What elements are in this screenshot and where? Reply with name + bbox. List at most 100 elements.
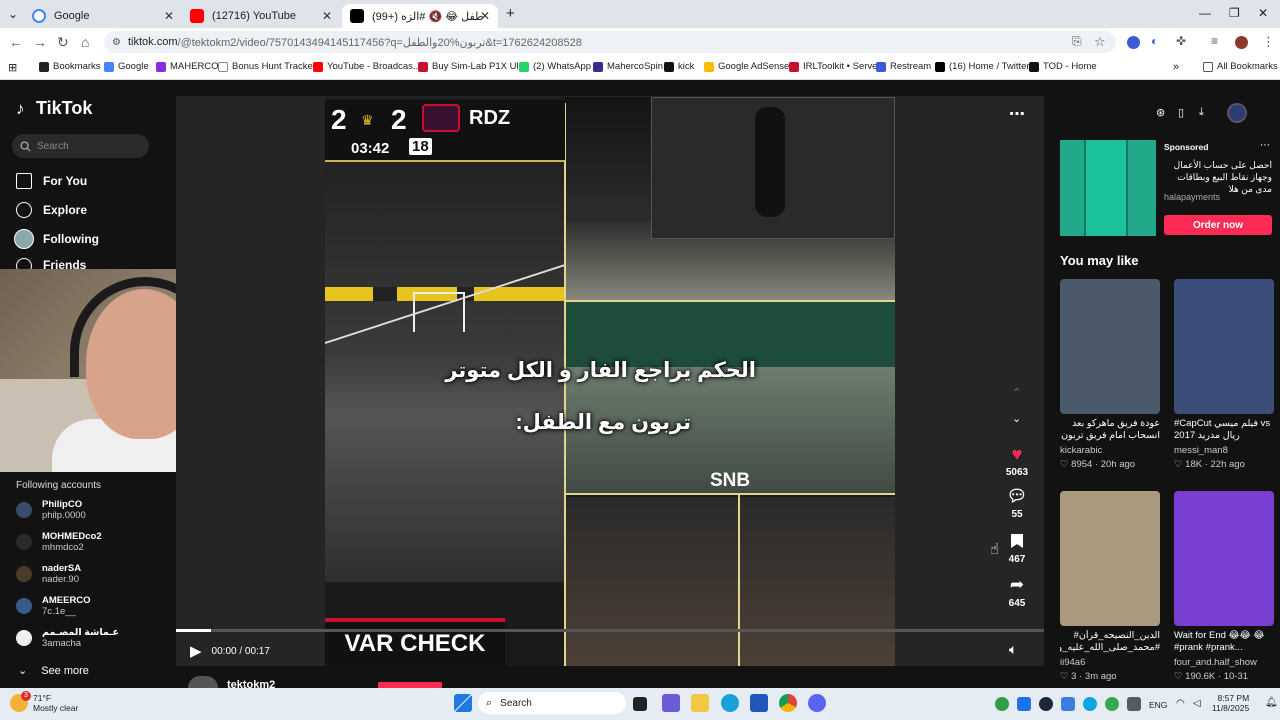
- bookmark-item[interactable]: YouTube - Broadcas...: [313, 61, 421, 72]
- video-card[interactable]: عودة فريق ماهركو بعد انسحاب امام فريق تر…: [1060, 279, 1160, 470]
- comment-button[interactable]: 💬︎ 55: [1004, 485, 1030, 520]
- taskbar-search[interactable]: ⌕ Search: [478, 692, 626, 714]
- save-button[interactable]: 467: [1004, 530, 1030, 565]
- home-icon[interactable]: ⌂: [81, 34, 89, 50]
- ad-options-icon[interactable]: ⋯: [1260, 140, 1270, 151]
- next-video-icon[interactable]: ⌄: [1012, 412, 1021, 425]
- profile-extension-icon[interactable]: [1127, 36, 1140, 49]
- extensions-puzzle-icon[interactable]: ✜: [1176, 34, 1186, 48]
- reload-icon[interactable]: ↻: [57, 34, 69, 51]
- media-control-icon[interactable]: ≡: [1211, 34, 1218, 48]
- sponsored-thumbnail[interactable]: [1060, 140, 1156, 236]
- bookmark-item[interactable]: MAHERCO: [156, 61, 219, 72]
- apps-grid-icon[interactable]: ⊞: [8, 61, 17, 74]
- tray-app-icon[interactable]: [1061, 697, 1075, 711]
- video-thumbnail[interactable]: [1174, 279, 1274, 414]
- video-title[interactable]: Wait for End 😂😂 😂#prank #prank...: [1174, 630, 1274, 654]
- bookmark-item[interactable]: Buy Sim-Lab P1X Ul...: [418, 61, 527, 72]
- bookmark-item[interactable]: Restream: [876, 61, 931, 72]
- extension-icon[interactable]: ◐: [1151, 34, 1158, 48]
- new-tab-button[interactable]: +: [506, 5, 515, 22]
- steam-icon[interactable]: [1039, 697, 1053, 711]
- weather-widget[interactable]: 71°F Mostly clear: [33, 693, 78, 713]
- bookmark-item[interactable]: Bookmarks: [39, 61, 101, 72]
- share-button[interactable]: ➦ 645: [1004, 574, 1030, 609]
- play-icon[interactable]: ▶: [190, 642, 202, 660]
- maximize-icon[interactable]: ❐: [1229, 6, 1240, 20]
- speaker-icon[interactable]: ◁: [1193, 698, 1201, 709]
- video-title[interactable]: #CapCut فيلم ميسي vs ريال مدريد 2017: [1174, 418, 1274, 442]
- author-name[interactable]: tektokm2: [227, 679, 275, 688]
- video-thumbnail[interactable]: [1174, 491, 1274, 626]
- video-author[interactable]: messi_man8: [1174, 445, 1274, 456]
- video-card[interactable]: #CapCut فيلم ميسي vs ريال مدريد 2017 mess…: [1174, 279, 1274, 470]
- bookmark-item[interactable]: Bonus Hunt Tracker: [218, 61, 316, 72]
- previous-video-icon[interactable]: ⌃: [1012, 386, 1021, 399]
- tray-app-icon[interactable]: [1127, 697, 1141, 711]
- bookmark-star-icon[interactable]: ☆: [1094, 34, 1106, 50]
- tiktok-logo[interactable]: ♪ TikTok: [16, 98, 92, 119]
- download-icon[interactable]: ⤓: [1199, 106, 1204, 119]
- following-account[interactable]: AMEERCO 7c.1e__: [16, 595, 91, 617]
- window-close-icon[interactable]: ✕: [1258, 6, 1268, 20]
- tab-youtube[interactable]: (12716) YouTube ✕: [182, 4, 340, 28]
- more-options-icon[interactable]: ⋯: [1009, 104, 1025, 124]
- like-button[interactable]: ♥ 5063: [1004, 443, 1030, 479]
- system-clock[interactable]: 8:57 PM 11/8/2025: [1212, 693, 1249, 713]
- profile-avatar[interactable]: [1227, 103, 1247, 123]
- close-tab-icon[interactable]: ✕: [322, 9, 332, 23]
- bookmark-item[interactable]: TOD - Home: [1029, 61, 1097, 72]
- bookmark-item[interactable]: kick: [664, 61, 694, 72]
- video-author[interactable]: kickarabic: [1060, 445, 1160, 456]
- wifi-icon[interactable]: ◠: [1176, 698, 1185, 709]
- tray-app-icon[interactable]: [1105, 697, 1119, 711]
- task-view-icon[interactable]: [633, 697, 647, 711]
- file-explorer-icon[interactable]: [691, 694, 709, 712]
- bookmark-item[interactable]: Google AdSense: [704, 61, 789, 72]
- copilot-icon[interactable]: [662, 694, 680, 712]
- minimize-icon[interactable]: —: [1199, 6, 1211, 20]
- author-avatar[interactable]: [188, 676, 218, 688]
- volume-icon[interactable]: 🔈︎: [1009, 641, 1017, 658]
- tab-tiktok[interactable]: (99+) يا طفل 😂 🔇 #الزه ✕: [342, 4, 498, 28]
- video-author[interactable]: four_and.half_show: [1174, 657, 1274, 668]
- more-bookmarks-icon[interactable]: »: [1173, 61, 1179, 73]
- tab-google[interactable]: Google ✕: [24, 4, 182, 28]
- video-author[interactable]: ii94a6: [1060, 657, 1160, 668]
- tray-app-icon[interactable]: [995, 697, 1009, 711]
- video-card[interactable]: الدين_النصيحه_قرأن# #محمد_صلى_الله_عليه_…: [1060, 491, 1160, 682]
- forward-icon[interactable]: →: [33, 34, 47, 50]
- install-app-icon[interactable]: ⎘: [1072, 34, 1082, 49]
- close-tab-icon[interactable]: ✕: [480, 9, 490, 23]
- bookmark-item[interactable]: (16) Home / Twitter: [935, 61, 1030, 72]
- search-input[interactable]: Search: [12, 134, 149, 158]
- nav-for-you[interactable]: For You: [16, 170, 87, 192]
- video-thumbnail[interactable]: [1060, 491, 1160, 626]
- close-tab-icon[interactable]: ✕: [164, 9, 174, 23]
- language-indicator[interactable]: ENG: [1149, 700, 1167, 710]
- bookmark-item[interactable]: (2) WhatsApp: [519, 61, 591, 72]
- bookmark-item[interactable]: Google: [104, 61, 149, 72]
- video-card[interactable]: Wait for End 😂😂 😂#prank #prank... four_an…: [1174, 491, 1274, 682]
- video-progress-bar[interactable]: [176, 629, 1044, 632]
- chrome-icon[interactable]: [779, 694, 797, 712]
- tray-app-icon[interactable]: [1083, 697, 1097, 711]
- menu-kebab-icon[interactable]: ⋮: [1262, 34, 1275, 50]
- see-more-button[interactable]: ⌄ See more: [18, 664, 89, 678]
- video-title[interactable]: الدين_النصيحه_قرأن# #محمد_صلى_الله_عليه_…: [1060, 630, 1160, 654]
- following-account[interactable]: PhilipCO philp.0000: [16, 499, 86, 521]
- all-bookmarks[interactable]: All Bookmarks: [1203, 61, 1278, 72]
- notifications-bell-icon[interactable]: 🔔︎: [1265, 697, 1278, 708]
- edge-icon[interactable]: [721, 694, 739, 712]
- bookmark-item[interactable]: MahercoSpin: [593, 61, 663, 72]
- coins-icon[interactable]: ⊛: [1156, 106, 1165, 119]
- site-info-icon[interactable]: ⚙: [112, 37, 121, 48]
- video-thumbnail[interactable]: [1060, 279, 1160, 414]
- windows-start-icon[interactable]: [454, 694, 472, 712]
- following-account[interactable]: MOHMEDco2 mhmdco2: [16, 531, 102, 553]
- back-icon[interactable]: ←: [9, 34, 23, 50]
- store-icon[interactable]: [750, 694, 768, 712]
- mobile-icon[interactable]: ▯: [1178, 106, 1184, 119]
- profile-avatar[interactable]: [1235, 36, 1248, 49]
- order-now-button[interactable]: Order now: [1164, 215, 1272, 235]
